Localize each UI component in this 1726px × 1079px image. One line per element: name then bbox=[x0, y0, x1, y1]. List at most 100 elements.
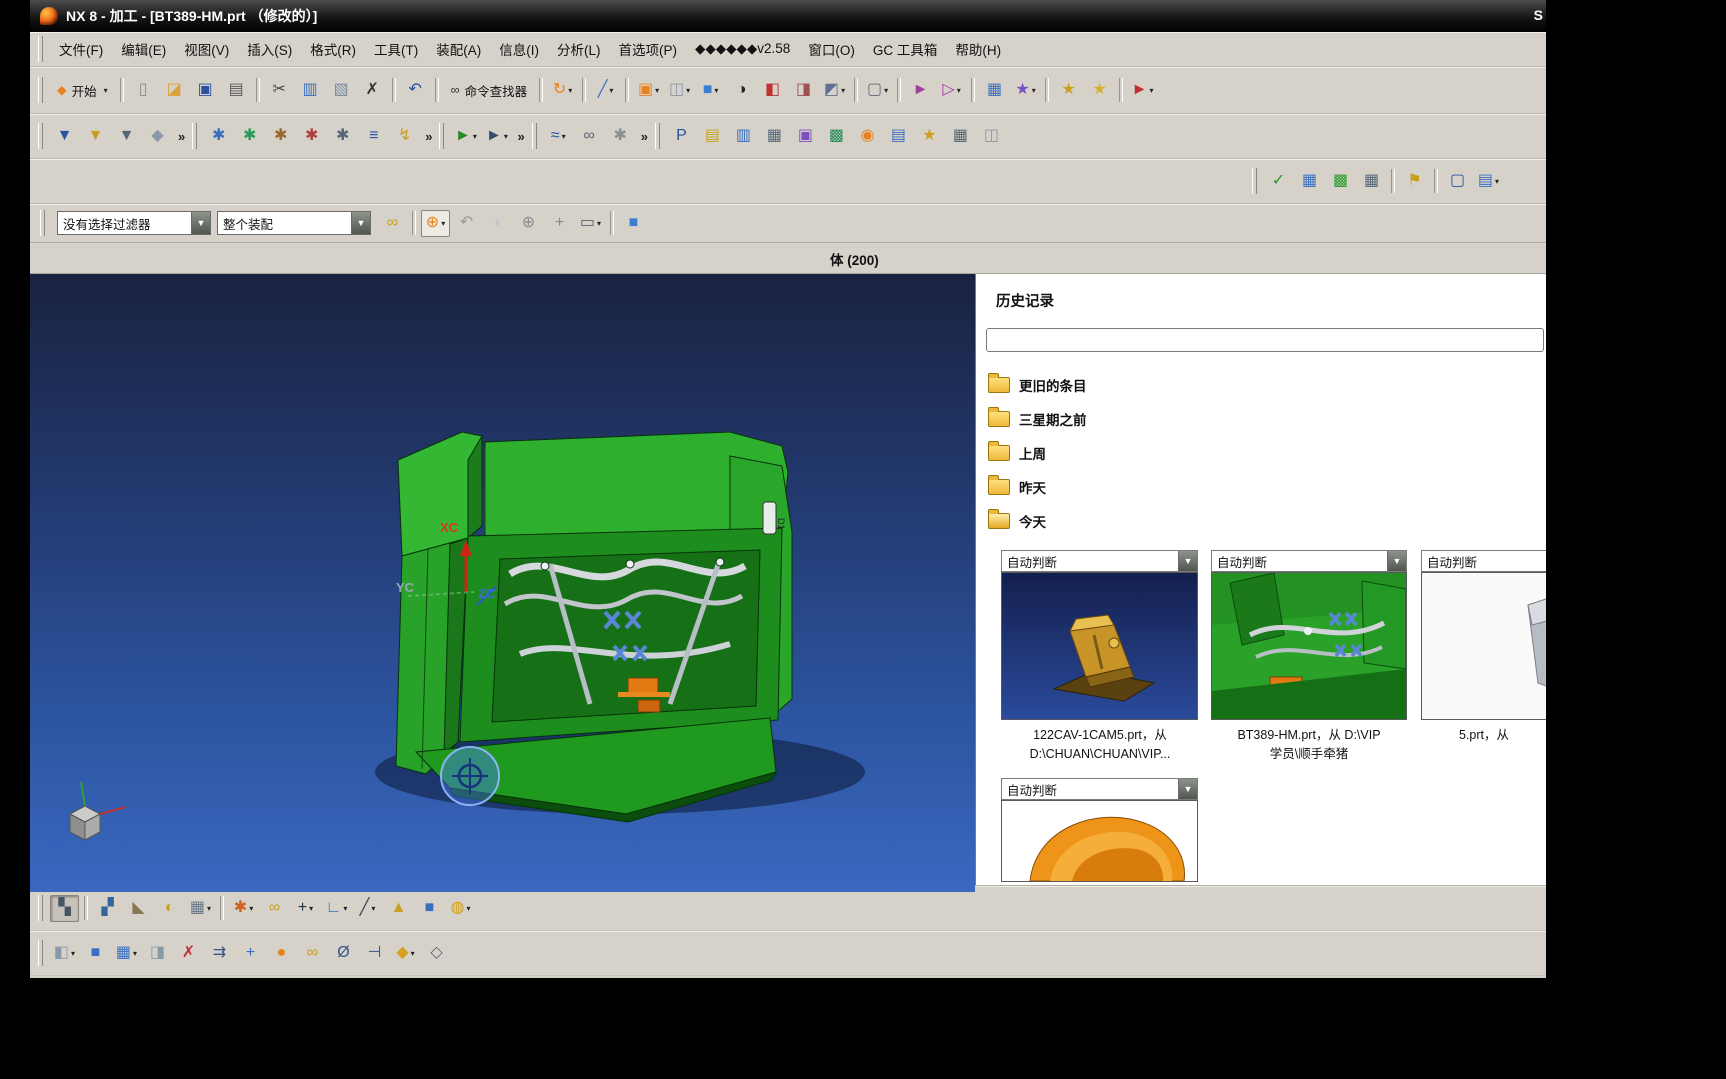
toolbar-grip[interactable] bbox=[654, 123, 660, 149]
render-style-icon[interactable]: ◑ bbox=[727, 77, 756, 104]
save-icon[interactable]: ▣ bbox=[191, 77, 220, 104]
thumb1-filter-dropdown[interactable]: 自动判断 ▼ bbox=[1001, 550, 1198, 572]
toolpath-graph-icon[interactable]: ≈ ▾ bbox=[544, 123, 573, 150]
measure-icon[interactable]: Ø bbox=[329, 940, 358, 967]
paste-icon[interactable]: ▧ bbox=[327, 77, 356, 104]
wcs-display-icon-dropdown[interactable]: ▾ bbox=[207, 904, 211, 913]
relations-icon-dropdown[interactable]: ▾ bbox=[1032, 86, 1036, 95]
snap-point-icon[interactable]: ∟ ▾ bbox=[322, 895, 351, 922]
menu-item-11[interactable]: ◆◆◆◆◆◆v2.58 bbox=[686, 37, 799, 61]
print-icon[interactable]: ▤ bbox=[222, 77, 251, 104]
menu-item-7[interactable]: 装配(A) bbox=[427, 35, 490, 63]
shaded-context-icon[interactable]: ■ bbox=[619, 210, 648, 237]
orient-view-icon[interactable]: ▣ ▾ bbox=[634, 77, 663, 104]
tool-wrench-icon[interactable]: ★ bbox=[915, 123, 944, 150]
replay-toolpath-icon[interactable]: ► ▾ bbox=[451, 123, 480, 150]
history-folder-4[interactable]: 昨天 bbox=[988, 470, 1546, 504]
history-folder-3[interactable]: 上周 bbox=[988, 436, 1546, 470]
verify-toolpath-icon[interactable]: ► ▾ bbox=[482, 123, 511, 150]
history-folder-5[interactable]: 今天 bbox=[988, 504, 1546, 538]
new-file-icon[interactable]: ▯ bbox=[129, 77, 158, 104]
menu-item-14[interactable]: 帮助(H) bbox=[946, 35, 1010, 63]
wcs-display-icon[interactable]: ▦ ▾ bbox=[186, 895, 215, 922]
wireframe-cube-icon-dropdown[interactable]: ▾ bbox=[841, 86, 845, 95]
layout-icon[interactable]: ◫ bbox=[977, 123, 1006, 150]
workpiece-icon[interactable]: ▣ bbox=[791, 123, 820, 150]
solid-cube-icon[interactable]: ■ bbox=[81, 940, 110, 967]
toolbar-overflow-chevron[interactable]: » bbox=[517, 129, 524, 144]
marquee-select-icon-dropdown[interactable]: ▾ bbox=[597, 219, 601, 228]
menu-item-3[interactable]: 视图(V) bbox=[175, 35, 238, 63]
ball-icon[interactable]: ● bbox=[267, 940, 296, 967]
create-tool-icon[interactable]: ✱ bbox=[235, 123, 264, 150]
machine-nav-icon[interactable]: ▩ bbox=[822, 123, 851, 150]
show-hide-icon[interactable]: ◐ bbox=[155, 895, 184, 922]
menu-item-2[interactable]: 编辑(E) bbox=[112, 35, 175, 63]
history-thumb-2[interactable] bbox=[1211, 572, 1407, 720]
snapshot-icon[interactable]: ∞ bbox=[378, 210, 407, 237]
mirror-view-icon-dropdown[interactable]: ▾ bbox=[957, 86, 961, 95]
toolbar-grip[interactable] bbox=[38, 895, 43, 921]
toolbar-grip[interactable] bbox=[192, 123, 198, 149]
edit-operation-icon[interactable]: ≡ bbox=[359, 123, 388, 150]
relations-icon[interactable]: ★ ▾ bbox=[1011, 77, 1040, 104]
object-display-icon-dropdown[interactable]: ▾ bbox=[249, 904, 253, 913]
holder-icon[interactable]: ◆ bbox=[143, 123, 172, 150]
history-folder-2[interactable]: 三星期之前 bbox=[988, 402, 1546, 436]
thumb1-filter-arrow[interactable]: ▼ bbox=[1178, 551, 1197, 571]
shaded-view-icon-dropdown[interactable]: ▾ bbox=[714, 86, 718, 95]
verify-toolpath-icon-dropdown[interactable]: ▾ bbox=[504, 132, 508, 141]
create-geometry-icon[interactable]: ✱ bbox=[266, 123, 295, 150]
print-doc-icon[interactable]: ▤ bbox=[884, 123, 913, 150]
menu-item-13[interactable]: GC 工具箱 bbox=[864, 35, 947, 63]
toolbar-grip[interactable] bbox=[439, 123, 445, 149]
refresh-icon[interactable]: ↻ ▾ bbox=[548, 77, 577, 104]
thumb4-filter-dropdown[interactable]: 自动判断 ▼ bbox=[1001, 778, 1198, 800]
plan-icon[interactable]: ▦ bbox=[1295, 168, 1324, 195]
shaded-view-icon[interactable]: ■ ▾ bbox=[696, 77, 725, 104]
point-dialog-icon-dropdown[interactable]: ▾ bbox=[441, 219, 445, 228]
selection-filter-arrow[interactable]: ▼ bbox=[191, 212, 210, 234]
history-folder-1[interactable]: 更旧的条目 bbox=[988, 368, 1546, 402]
create-operation-icon[interactable]: ✱ bbox=[328, 123, 357, 150]
thumb4-filter-arrow[interactable]: ▼ bbox=[1178, 779, 1197, 799]
chain-icon[interactable]: ∞ bbox=[298, 940, 327, 967]
mirror-view-icon[interactable]: ▷ ▾ bbox=[937, 77, 966, 104]
menu-item-6[interactable]: 工具(T) bbox=[365, 35, 427, 63]
flip-view-icon[interactable]: ► bbox=[906, 77, 935, 104]
object-display-icon[interactable]: ✱ ▾ bbox=[229, 895, 258, 922]
drag-handle-ball[interactable] bbox=[440, 746, 500, 806]
monitor-icon[interactable]: ▢ bbox=[1443, 168, 1472, 195]
point-icon[interactable]: + bbox=[236, 940, 265, 967]
toolbar-grip[interactable] bbox=[531, 123, 537, 149]
refresh-icon-dropdown[interactable]: ▾ bbox=[568, 86, 572, 95]
thumb3-filter-dropdown[interactable]: 自动判断 ▼ bbox=[1421, 550, 1546, 572]
start-button[interactable]: ◆ 开始 ▾ bbox=[50, 77, 115, 104]
general-select-icon[interactable]: + bbox=[545, 210, 574, 237]
mill-tool-icon[interactable]: ▼ bbox=[50, 123, 79, 150]
toolpath-report-icon[interactable]: ▥ bbox=[729, 123, 758, 150]
viewport-3d[interactable]: D1 XC YC ZC bbox=[30, 274, 975, 892]
add-component-icon[interactable]: ▦ ▾ bbox=[112, 940, 141, 967]
assembly-cube-icon[interactable]: ◨ bbox=[789, 77, 818, 104]
command-finder-button[interactable]: ∞ 命令查找器 bbox=[444, 77, 534, 104]
plus-icon-dropdown[interactable]: ▾ bbox=[309, 904, 313, 913]
move-component-icon[interactable]: ◨ bbox=[143, 940, 172, 967]
menu-item-9[interactable]: 分析(L) bbox=[548, 35, 610, 63]
point-dialog-icon[interactable]: ⊕ ▾ bbox=[421, 209, 450, 237]
copy-icon[interactable]: ▥ bbox=[296, 77, 325, 104]
toolbar-grip[interactable] bbox=[38, 123, 43, 149]
delete-icon[interactable]: ✗ bbox=[358, 77, 387, 104]
undo-icon[interactable]: ↶ bbox=[401, 77, 430, 104]
key2-icon[interactable]: ★ bbox=[1085, 77, 1114, 104]
selection-bar-grip[interactable] bbox=[40, 210, 45, 236]
cube-icon[interactable]: ■ bbox=[415, 895, 444, 922]
toolbar-grip[interactable] bbox=[1252, 168, 1257, 194]
approve-icon[interactable]: ✓ bbox=[1264, 168, 1293, 195]
sheet-icon[interactable]: ▦ bbox=[1357, 168, 1386, 195]
flag-icon[interactable]: ⚑ bbox=[1400, 168, 1429, 195]
selection-scope-dropdown[interactable]: 整个装配 ▼ bbox=[217, 211, 371, 235]
create-method-icon[interactable]: ✱ bbox=[297, 123, 326, 150]
marquee-select-icon[interactable]: ▭ ▾ bbox=[576, 210, 605, 237]
start-button-dropdown[interactable]: ▾ bbox=[104, 86, 108, 95]
